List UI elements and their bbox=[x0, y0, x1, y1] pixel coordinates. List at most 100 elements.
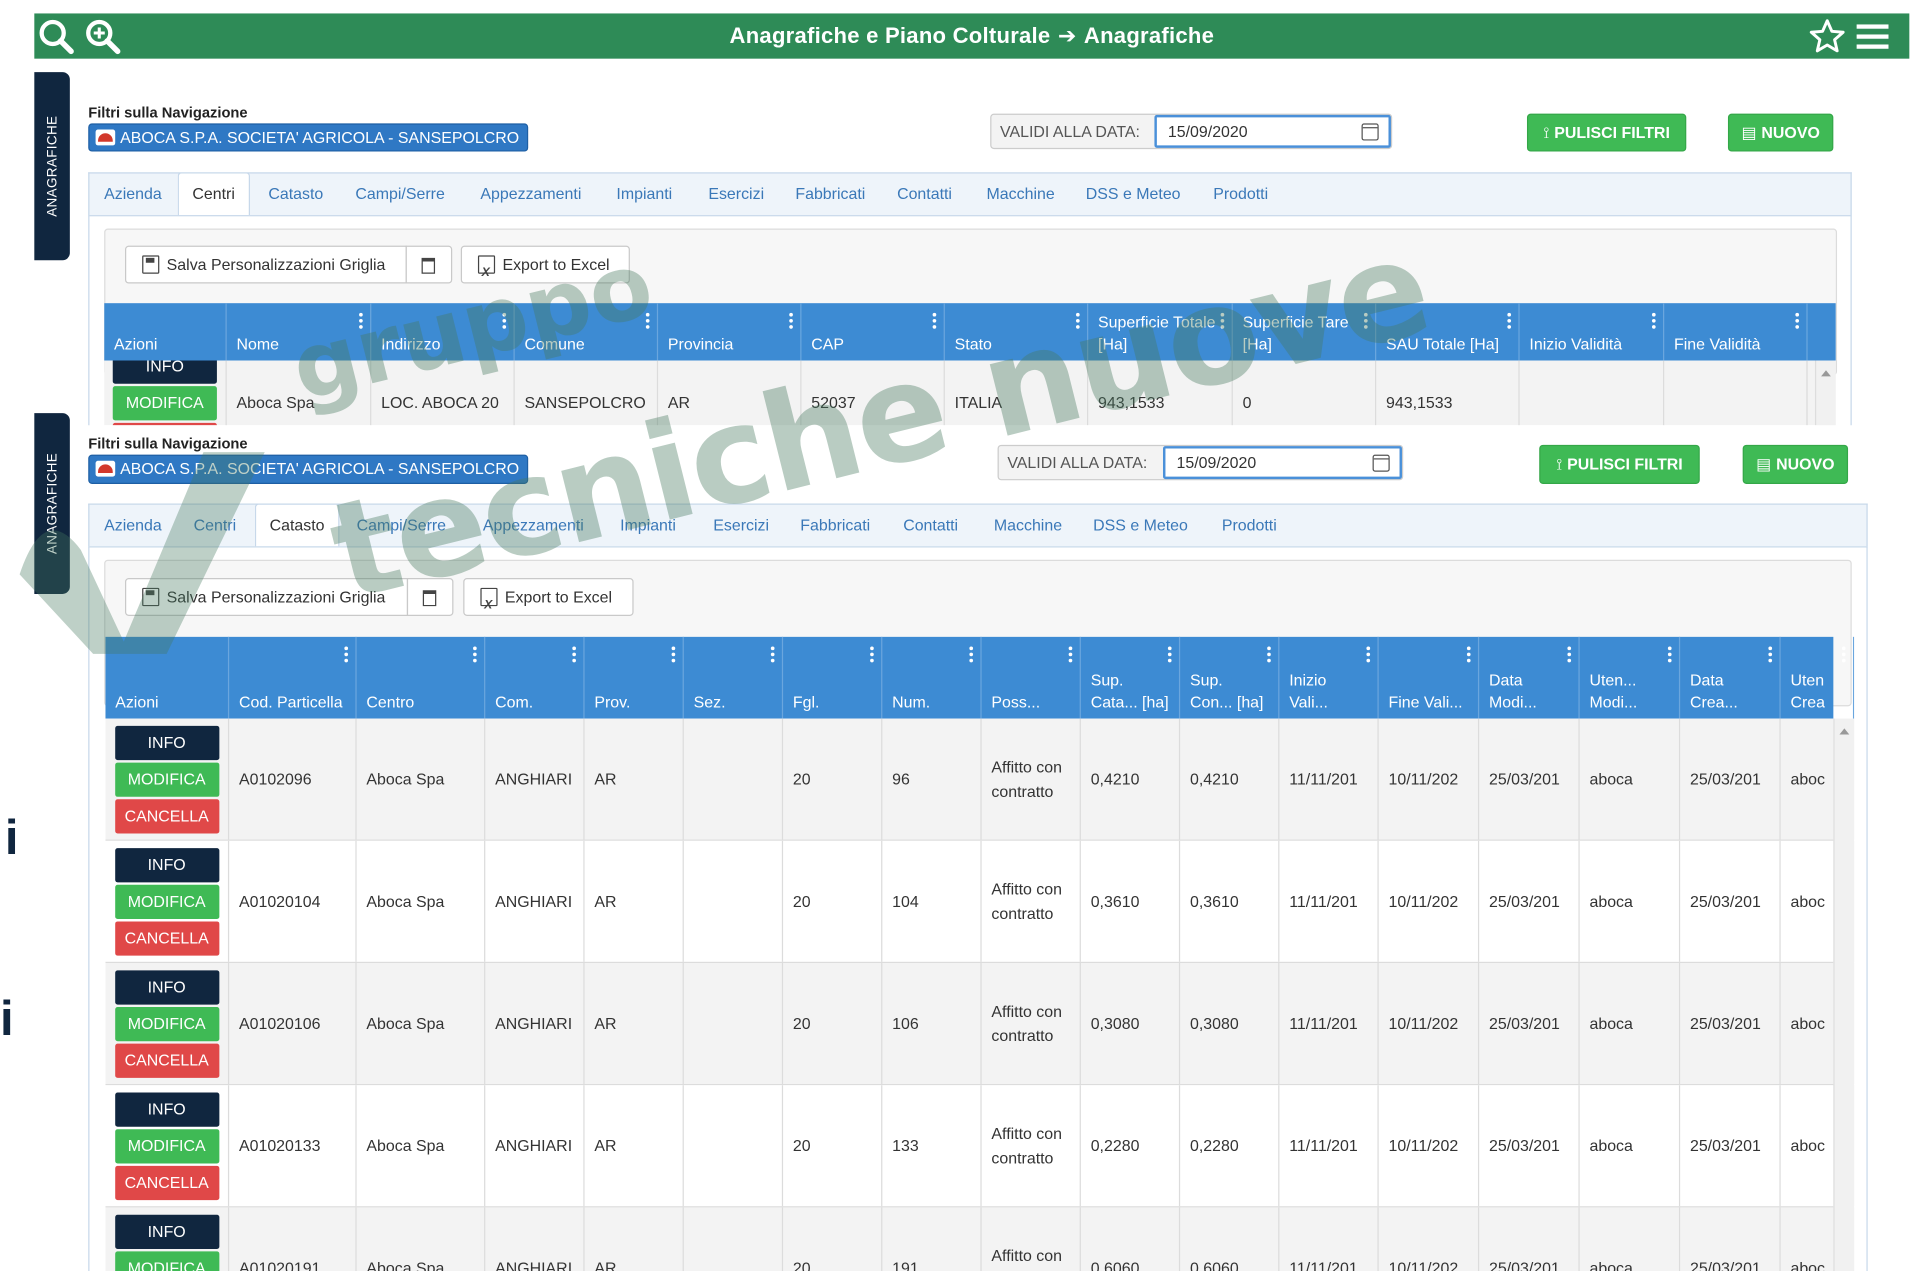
tab-esercizi[interactable]: Esercizi bbox=[713, 505, 769, 549]
calendar-icon[interactable] bbox=[1361, 123, 1379, 141]
column-header-azioni[interactable]: Azioni bbox=[104, 303, 227, 361]
table-row[interactable]: INFOMODIFICA CANCELLA Aboca SpaLOC. ABOCA … bbox=[104, 360, 1836, 426]
column-header-fine-validit[interactable]: Fine Validità bbox=[1664, 303, 1808, 361]
column-header-centro[interactable]: Centro bbox=[357, 636, 486, 719]
column-header-inizio-validit[interactable]: Inizio Validità bbox=[1520, 303, 1665, 361]
column-header-indirizzo[interactable]: Indirizzo bbox=[371, 303, 515, 361]
column-header-sup-con-ha[interactable]: Sup. Con... [ha] bbox=[1180, 636, 1280, 719]
column-header-sez[interactable]: Sez. bbox=[684, 636, 784, 719]
tab-dss-meteo[interactable]: DSS e Meteo bbox=[1086, 174, 1181, 218]
info-button[interactable]: INFO bbox=[112, 360, 217, 384]
export-excel-button[interactable]: Export to Excel bbox=[460, 245, 630, 291]
column-header-cap[interactable]: CAP bbox=[801, 303, 945, 361]
tab-fabbricati[interactable]: Fabbricati bbox=[795, 174, 865, 218]
info-button[interactable]: INFO bbox=[114, 969, 219, 1004]
tab-campi-serre[interactable]: Campi/Serre bbox=[357, 505, 446, 549]
clear-filters-button[interactable]: ⟟ PULISCI FILTRI bbox=[1526, 113, 1687, 152]
column-header-stato[interactable]: Stato bbox=[945, 303, 1089, 361]
column-header-poss[interactable]: Poss... bbox=[982, 636, 1081, 719]
tab-azienda[interactable]: Azienda bbox=[104, 505, 162, 549]
column-header-com[interactable]: Com. bbox=[485, 636, 585, 719]
column-header-fgl[interactable]: Fgl. bbox=[783, 636, 883, 719]
delete-button[interactable]: CANCELLA bbox=[114, 1165, 219, 1200]
table-row[interactable]: INFO MODIFICA CANCELLA A01020133 Aboca Spa AN… bbox=[105, 1085, 1855, 1208]
delete-grid-settings-button[interactable] bbox=[405, 245, 453, 284]
company-filter-chip[interactable]: ABOCA S.P.A. SOCIETA' AGRICOLA - SANSEPO… bbox=[88, 454, 528, 484]
tab-impianti[interactable]: Impianti bbox=[616, 174, 672, 218]
table-row[interactable]: INFOMODIFICACANCELLAA01020191Aboca SpaAN… bbox=[105, 1207, 1855, 1271]
modify-button[interactable]: MODIFICA bbox=[114, 1128, 219, 1163]
tab-contatti[interactable]: Contatti bbox=[903, 505, 958, 549]
tab-esercizi[interactable]: Esercizi bbox=[708, 174, 764, 218]
validity-date-input[interactable]: 15/09/2020 bbox=[1162, 446, 1402, 480]
validity-date-input[interactable]: 15/09/2020 bbox=[1154, 114, 1391, 148]
tab-centri[interactable]: Centri bbox=[194, 505, 237, 549]
column-header-num[interactable]: Num. bbox=[882, 636, 982, 719]
tab-azienda[interactable]: Azienda bbox=[104, 174, 162, 218]
column-header-sup-cata-ha[interactable]: Sup. Cata... [ha] bbox=[1081, 636, 1181, 719]
export-excel-button[interactable]: Export to Excel bbox=[463, 578, 634, 623]
column-header-inizio-vali[interactable]: Inizio Vali... bbox=[1279, 636, 1379, 719]
column-header-data-modi[interactable]: Data Modi... bbox=[1479, 636, 1580, 719]
table-row[interactable]: INFO MODIFICA CANCELLA A0102096 Aboca Spa ANG… bbox=[105, 718, 1855, 841]
tab-contatti[interactable]: Contatti bbox=[897, 174, 952, 218]
modify-button[interactable]: MODIFICA bbox=[114, 761, 219, 797]
column-header-uten-modi[interactable]: Uten... Modi... bbox=[1580, 636, 1681, 719]
star-icon[interactable] bbox=[1808, 17, 1847, 56]
tab-impianti[interactable]: Impianti bbox=[620, 505, 676, 549]
tab-appezzamenti[interactable]: Appezzamenti bbox=[483, 505, 584, 549]
clear-filters-button[interactable]: ⟟ PULISCI FILTRI bbox=[1539, 444, 1700, 484]
save-grid-button[interactable]: Salva Personalizzazioni Griglia bbox=[125, 245, 407, 284]
new-button[interactable]: ▤ NUOVO bbox=[1727, 113, 1834, 152]
tab-macchine[interactable]: Macchine bbox=[994, 505, 1062, 549]
calendar-icon[interactable] bbox=[1372, 454, 1390, 472]
column-header-prov[interactable]: Prov. bbox=[585, 636, 684, 719]
column-header-fine-vali[interactable]: Fine Vali... bbox=[1379, 636, 1480, 719]
tab-macchine[interactable]: Macchine bbox=[987, 174, 1055, 218]
column-header-uten-crea[interactable]: Uten Crea bbox=[1781, 636, 1855, 719]
delete-button[interactable]: CANCELLA bbox=[114, 920, 219, 956]
column-header-cod-particella[interactable]: Cod. Particella bbox=[229, 636, 357, 719]
tab-campi-serre[interactable]: Campi/Serre bbox=[355, 174, 444, 218]
delete-button[interactable]: CANCELLA bbox=[114, 798, 219, 833]
menu-icon[interactable] bbox=[1853, 17, 1892, 56]
column-header-comune[interactable]: Comune bbox=[515, 303, 659, 361]
tab-appezzamenti[interactable]: Appezzamenti bbox=[480, 174, 581, 218]
info-button[interactable]: INFO bbox=[114, 725, 219, 760]
tab-prodotti[interactable]: Prodotti bbox=[1213, 174, 1268, 218]
info-button[interactable]: INFO bbox=[114, 1091, 219, 1127]
delete-grid-settings-button[interactable] bbox=[406, 578, 454, 616]
column-header-provincia[interactable]: Provincia bbox=[658, 303, 802, 361]
column-header-sau-totale-ha[interactable]: SAU Totale [Ha] bbox=[1376, 303, 1520, 361]
tab-catasto[interactable]: Catasto bbox=[268, 174, 323, 218]
delete-button[interactable]: CANCELLA bbox=[114, 1043, 219, 1078]
column-header-nome[interactable]: Nome bbox=[227, 303, 372, 361]
modify-button[interactable]: MODIFICA bbox=[112, 385, 217, 420]
cell-data-crea: 25/03/201 bbox=[1680, 963, 1781, 1085]
column-header-superficie-totale-ha[interactable]: Superficie Totale [Ha] bbox=[1088, 303, 1233, 361]
company-filter-chip[interactable]: ABOCA S.P.A. SOCIETA' AGRICOLA - SANSEPO… bbox=[88, 123, 528, 152]
new-button[interactable]: ▤ NUOVO bbox=[1742, 444, 1849, 484]
tab-centri[interactable]: Centri bbox=[177, 172, 250, 218]
tab-fabbricati[interactable]: Fabbricati bbox=[800, 505, 870, 549]
side-tab-anagrafiche-zoomed[interactable]: ANAGRAFICHE bbox=[34, 413, 70, 594]
delete-button[interactable]: CANCELLA bbox=[112, 422, 217, 426]
column-header-data-crea[interactable]: Data Crea... bbox=[1680, 636, 1781, 719]
tab-catasto[interactable]: Catasto bbox=[254, 503, 340, 549]
tab-prodotti[interactable]: Prodotti bbox=[1222, 505, 1277, 549]
info-button[interactable]: INFO bbox=[114, 847, 219, 882]
modify-button[interactable]: MODIFICA bbox=[114, 884, 219, 919]
vertical-scrollbar[interactable] bbox=[1814, 360, 1836, 426]
info-button[interactable]: INFO bbox=[114, 1214, 219, 1249]
save-grid-button[interactable]: Salva Personalizzazioni Griglia bbox=[125, 578, 409, 616]
table-row[interactable]: INFO MODIFICA CANCELLA A01020106 Aboca Spa AN… bbox=[105, 963, 1855, 1086]
side-tab-anagrafiche[interactable]: ANAGRAFICHE bbox=[34, 72, 70, 261]
tab-dss-meteo[interactable]: DSS e Meteo bbox=[1093, 505, 1188, 549]
modify-button[interactable]: MODIFICA bbox=[114, 1250, 219, 1271]
vertical-scrollbar[interactable] bbox=[1833, 718, 1855, 1271]
column-header-superficie-tare-ha[interactable]: Superficie Tare [Ha] bbox=[1233, 303, 1377, 361]
modify-button[interactable]: MODIFICA bbox=[114, 1006, 219, 1041]
breadcrumb-parent[interactable]: Anagrafiche e Piano Colturale bbox=[730, 23, 1051, 47]
table-row[interactable]: INFO MODIFICA CANCELLA A01020104 Aboca Spa AN… bbox=[105, 840, 1855, 964]
column-header-azioni[interactable]: Azioni bbox=[105, 636, 230, 719]
